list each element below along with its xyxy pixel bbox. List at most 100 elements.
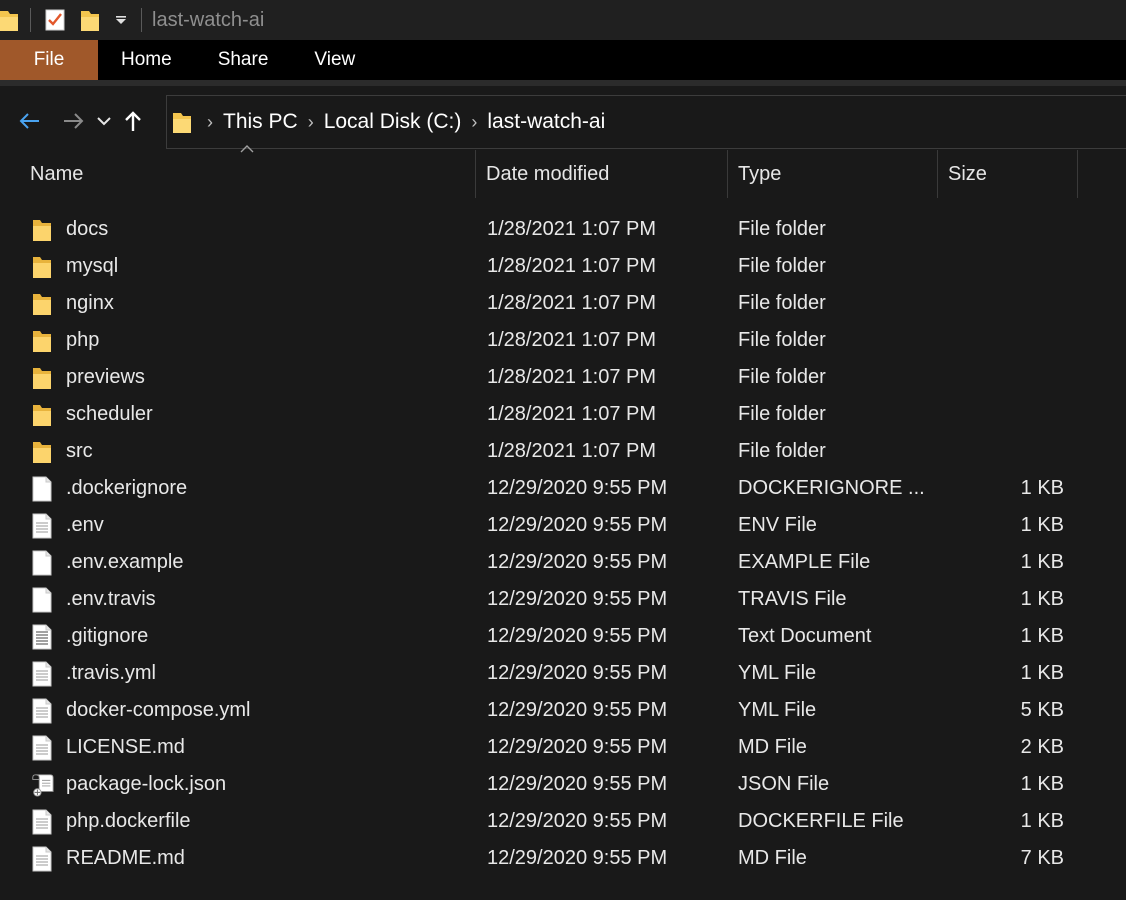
file-size: 1 KB xyxy=(1020,477,1064,499)
file-date-modified: 12/29/2020 9:55 PM xyxy=(487,625,668,647)
file-name-cell: php xyxy=(30,322,99,359)
tab-share[interactable]: Share xyxy=(195,40,292,80)
file-name-cell: .gitignore xyxy=(30,618,148,655)
column-header-name[interactable]: Name xyxy=(20,150,475,198)
file-icon xyxy=(30,660,54,688)
file-type: File folder xyxy=(738,329,826,351)
file-row[interactable]: .env.travis 12/29/2020 9:55 PM TRAVIS File… xyxy=(0,581,1126,618)
breadcrumb-current-folder[interactable]: last-watch-ai xyxy=(487,110,605,134)
file-type: DOCKERFILE File xyxy=(738,810,904,832)
file-row[interactable]: .env 12/29/2020 9:55 PM ENV File 1 KB xyxy=(0,507,1126,544)
file-date-modified: 12/29/2020 9:55 PM xyxy=(487,477,668,499)
file-row[interactable]: php 1/28/2021 1:07 PM File folder xyxy=(0,322,1126,359)
folder-icon xyxy=(30,364,54,392)
file-name-cell: .dockerignore xyxy=(30,470,187,507)
breadcrumb-chevron-icon[interactable]: › xyxy=(308,112,314,133)
properties-checkmark-icon[interactable] xyxy=(37,0,73,40)
up-arrow-icon xyxy=(125,111,141,131)
breadcrumb-this-pc[interactable]: This PC xyxy=(223,110,298,134)
file-name-cell: .env xyxy=(30,507,104,544)
forward-button[interactable] xyxy=(56,103,92,139)
window-title: last-watch-ai xyxy=(152,8,265,31)
folder-icon xyxy=(30,438,54,466)
file-row[interactable]: docs 1/28/2021 1:07 PM File folder xyxy=(0,211,1126,248)
file-name: scheduler xyxy=(66,403,153,425)
back-arrow-icon xyxy=(19,113,39,129)
file-row[interactable]: previews 1/28/2021 1:07 PM File folder xyxy=(0,359,1126,396)
folder-icon xyxy=(30,290,54,318)
folder-icon xyxy=(30,327,54,355)
file-name: package-lock.json xyxy=(66,773,227,795)
file-row[interactable]: .env.example 12/29/2020 9:55 PM EXAMPLE Fi… xyxy=(0,544,1126,581)
file-row[interactable]: README.md 12/29/2020 9:55 PM MD File 7 KB xyxy=(0,840,1126,877)
tab-view[interactable]: View xyxy=(291,40,378,80)
file-type: YML File xyxy=(738,699,817,721)
file-date-modified: 1/28/2021 1:07 PM xyxy=(487,366,657,388)
file-type: File folder xyxy=(738,292,826,314)
file-name-cell: scheduler xyxy=(30,396,153,433)
file-date-modified: 1/28/2021 1:07 PM xyxy=(487,403,657,425)
file-name-cell: LICENSE.md xyxy=(30,729,185,766)
file-row[interactable]: LICENSE.md 12/29/2020 9:55 PM MD File 2 KB xyxy=(0,729,1126,766)
file-icon xyxy=(30,475,54,503)
file-icon xyxy=(30,623,54,651)
file-row[interactable]: .travis.yml 12/29/2020 9:55 PM YML File 1 K… xyxy=(0,655,1126,692)
customize-dropdown-icon[interactable] xyxy=(107,0,135,40)
file-row[interactable]: package-lock.json 12/29/2020 9:55 PM JSON … xyxy=(0,766,1126,803)
file-date-modified: 12/29/2020 9:55 PM xyxy=(487,847,668,869)
file-type: Text Document xyxy=(738,625,872,647)
breadcrumb-local-disk[interactable]: Local Disk (C:) xyxy=(324,110,462,134)
file-date-modified: 1/28/2021 1:07 PM xyxy=(487,440,657,462)
location-folder-icon xyxy=(173,111,191,133)
file-row[interactable]: nginx 1/28/2021 1:07 PM File folder xyxy=(0,285,1126,322)
file-row[interactable]: php.dockerfile 12/29/2020 9:55 PM DOCKERFI… xyxy=(0,803,1126,840)
column-header-row: Name Date modified Type Size xyxy=(0,150,1126,198)
file-row[interactable]: docker-compose.yml 12/29/2020 9:55 PM YML … xyxy=(0,692,1126,729)
forward-arrow-icon xyxy=(64,113,84,129)
file-name: .env.example xyxy=(66,551,184,573)
file-icon xyxy=(30,808,54,836)
file-icon xyxy=(30,734,54,762)
file-icon xyxy=(30,549,54,577)
new-folder-icon[interactable] xyxy=(73,0,107,40)
folder-icon[interactable] xyxy=(0,0,24,40)
file-name-cell: package-lock.json xyxy=(30,766,226,803)
tab-file[interactable]: File xyxy=(0,40,98,80)
folder-icon xyxy=(30,401,54,429)
column-divider[interactable] xyxy=(1077,150,1078,198)
back-button[interactable] xyxy=(11,103,47,139)
file-row[interactable]: scheduler 1/28/2021 1:07 PM File folder xyxy=(0,396,1126,433)
file-date-modified: 12/29/2020 9:55 PM xyxy=(487,551,668,573)
file-type: MD File xyxy=(738,847,807,869)
file-type: MD File xyxy=(738,736,807,758)
tab-home[interactable]: Home xyxy=(98,40,195,80)
file-type: File folder xyxy=(738,218,826,240)
file-date-modified: 12/29/2020 9:55 PM xyxy=(487,588,668,610)
file-name-cell: .env.example xyxy=(30,544,183,581)
file-row[interactable]: .gitignore 12/29/2020 9:55 PM Text Documen… xyxy=(0,618,1126,655)
file-type: YML File xyxy=(738,662,817,684)
folder-icon xyxy=(30,253,54,281)
file-name: docs xyxy=(66,218,109,240)
toolbar-separator xyxy=(30,8,31,32)
chevron-down-icon xyxy=(97,117,111,126)
file-icon xyxy=(30,586,54,614)
column-header-size[interactable]: Size xyxy=(938,150,1077,198)
file-row[interactable]: mysql 1/28/2021 1:07 PM File folder xyxy=(0,248,1126,285)
breadcrumb-chevron-icon[interactable]: › xyxy=(471,112,477,133)
file-size: 1 KB xyxy=(1020,551,1064,573)
column-header-type[interactable]: Type xyxy=(728,150,937,198)
file-type: File folder xyxy=(738,403,826,425)
recent-locations-button[interactable] xyxy=(92,103,116,139)
column-header-date[interactable]: Date modified xyxy=(476,150,727,198)
file-row[interactable]: .dockerignore 12/29/2020 9:55 PM DOCKERIGN… xyxy=(0,470,1126,507)
breadcrumb-chevron-icon[interactable]: › xyxy=(207,112,213,133)
up-button[interactable] xyxy=(118,103,148,139)
file-name-cell: nginx xyxy=(30,285,114,322)
file-row[interactable]: src 1/28/2021 1:07 PM File folder xyxy=(0,433,1126,470)
file-name-cell: src xyxy=(30,433,93,470)
quick-access-toolbar xyxy=(0,0,148,40)
file-name: previews xyxy=(66,366,145,388)
file-name-cell: docker-compose.yml xyxy=(30,692,251,729)
address-bar[interactable]: › This PC › Local Disk (C:) › last-watch… xyxy=(166,95,1126,149)
